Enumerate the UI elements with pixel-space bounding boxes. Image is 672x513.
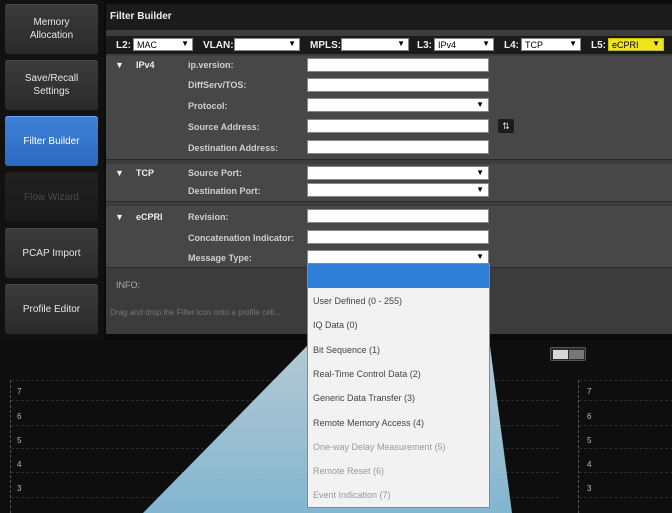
row-number: 7 xyxy=(587,387,592,396)
destination-address-input[interactable] xyxy=(307,140,489,154)
field-label-revision: Revision: xyxy=(188,212,229,222)
swap-arrows-icon[interactable]: ⇅ xyxy=(498,119,514,133)
field-label-source-port: Source Port: xyxy=(188,168,243,178)
field-label-ip-version: ip.version: xyxy=(188,60,234,70)
vlan-select[interactable]: ▼ xyxy=(234,38,300,51)
l3-value: IPv4 xyxy=(438,40,457,50)
concatenation-indicator-input[interactable] xyxy=(307,230,489,244)
chevron-down-icon: ▼ xyxy=(569,39,577,48)
source-port-select[interactable]: ▼ xyxy=(307,166,489,180)
l4-label: L4: xyxy=(504,40,519,51)
dropdown-option[interactable]: IQ Data (0) xyxy=(313,320,358,330)
sidebar-item-memory-allocation[interactable]: Memory Allocation xyxy=(5,4,98,54)
row-number: 4 xyxy=(587,460,592,469)
section-name-tcp: TCP xyxy=(136,168,154,178)
field-label-destination-port: Destination Port: xyxy=(188,186,261,196)
collapse-triangle-icon[interactable]: ▼ xyxy=(115,60,124,70)
mpls-select[interactable]: ▼ xyxy=(341,38,409,51)
row-number: 6 xyxy=(587,412,592,421)
grid-view-icon[interactable] xyxy=(553,350,568,359)
protocol-select[interactable]: ▼ xyxy=(307,98,489,112)
row-number: 5 xyxy=(17,436,22,445)
field-label-message-type: Message Type: xyxy=(188,253,252,263)
dropdown-option[interactable]: Real-Time Control Data (2) xyxy=(313,369,421,379)
dropdown-option[interactable]: Event Indication (7) xyxy=(313,490,391,500)
panel-title: Filter Builder xyxy=(106,4,672,30)
field-label-source-address: Source Address: xyxy=(188,122,260,132)
l3-label: L3: xyxy=(417,40,432,51)
grid-line xyxy=(579,472,672,473)
chevron-down-icon: ▼ xyxy=(397,39,405,48)
grid-line xyxy=(579,380,672,381)
chevron-down-icon: ▼ xyxy=(482,39,490,48)
l2-label: L2: xyxy=(116,40,131,51)
view-toggle-button[interactable] xyxy=(550,347,586,361)
row-number: 3 xyxy=(17,484,22,493)
ipv4-section: ▼ IPv4 ip.version: DiffServ/TOS: Protoco… xyxy=(106,56,672,160)
revision-input[interactable] xyxy=(307,209,489,223)
l3-select[interactable]: IPv4 ▼ xyxy=(434,38,494,51)
dropdown-selected-row[interactable] xyxy=(308,264,489,288)
dropdown-option[interactable]: User Defined (0 - 255) xyxy=(313,296,402,306)
field-label-concatenation-indicator: Concatenation Indicator: xyxy=(188,233,295,243)
chevron-down-icon: ▼ xyxy=(288,39,296,48)
field-label-destination-address: Destination Address: xyxy=(188,143,279,153)
l5-value: eCPRI xyxy=(612,40,639,50)
chevron-down-icon: ▼ xyxy=(181,39,189,48)
sidebar: Memory Allocation Save/Recall Settings F… xyxy=(0,0,104,340)
right-grid: 7 6 5 4 3 xyxy=(578,380,672,513)
row-number: 7 xyxy=(17,387,22,396)
collapse-triangle-icon[interactable]: ▼ xyxy=(115,212,124,222)
sidebar-item-save-recall[interactable]: Save/Recall Settings xyxy=(5,60,98,110)
grid-line xyxy=(579,448,672,449)
row-number: 3 xyxy=(587,484,592,493)
chevron-down-icon: ▼ xyxy=(652,39,660,48)
dropdown-option[interactable]: Remote Memory Access (4) xyxy=(313,418,424,428)
collapse-triangle-icon[interactable]: ▼ xyxy=(115,168,124,178)
chevron-down-icon: ▼ xyxy=(476,100,484,109)
chevron-down-icon: ▼ xyxy=(476,252,484,261)
list-view-icon[interactable] xyxy=(569,350,584,359)
l4-value: TCP xyxy=(525,40,543,50)
section-name-ecpri: eCPRI xyxy=(136,212,163,222)
sidebar-item-filter-builder[interactable]: Filter Builder xyxy=(5,116,98,166)
l5-label: L5: xyxy=(591,40,606,51)
source-address-input[interactable] xyxy=(307,119,489,133)
grid-line xyxy=(579,400,672,401)
dropdown-option[interactable]: Remote Reset (6) xyxy=(313,466,384,476)
ecpri-section: ▼ eCPRI Revision: Concatenation Indicato… xyxy=(106,206,672,268)
chevron-down-icon: ▼ xyxy=(476,185,484,194)
l4-select[interactable]: TCP ▼ xyxy=(521,38,581,51)
field-label-diffserv: DiffServ/TOS: xyxy=(188,80,247,90)
row-number: 5 xyxy=(587,436,592,445)
l2-select[interactable]: MAC ▼ xyxy=(133,38,193,51)
grid-line xyxy=(579,497,672,498)
chevron-down-icon: ▼ xyxy=(476,168,484,177)
sidebar-item-pcap-import[interactable]: PCAP Import xyxy=(5,228,98,278)
l5-select[interactable]: eCPRI ▼ xyxy=(608,38,664,51)
destination-port-select[interactable]: ▼ xyxy=(307,183,489,197)
l2-value: MAC xyxy=(137,40,157,50)
tcp-section: ▼ TCP Source Port: ▼ Destination Port: ▼ xyxy=(106,164,672,202)
diffserv-input[interactable] xyxy=(307,78,489,92)
dropdown-option[interactable]: One-way Delay Measurement (5) xyxy=(313,442,446,452)
grid-line xyxy=(579,425,672,426)
section-name-ipv4: IPv4 xyxy=(136,60,155,70)
row-number: 4 xyxy=(17,460,22,469)
layer-selector-bar: L2: MAC ▼ VLAN: ▼ MPLS: ▼ L3: IPv4 ▼ L4: T… xyxy=(106,36,672,54)
dropdown-option[interactable]: Generic Data Transfer (3) xyxy=(313,393,415,403)
field-label-protocol: Protocol: xyxy=(188,101,228,111)
row-number: 6 xyxy=(17,412,22,421)
dropdown-option[interactable]: Bit Sequence (1) xyxy=(313,345,380,355)
sidebar-item-flow-wizard: Flow Wizard xyxy=(5,172,98,222)
sidebar-item-profile-editor[interactable]: Profile Editor xyxy=(5,284,98,334)
mpls-label: MPLS: xyxy=(310,40,342,51)
message-type-dropdown: User Defined (0 - 255) IQ Data (0) Bit S… xyxy=(307,263,490,508)
message-type-select[interactable]: ▼ xyxy=(307,250,489,264)
ip-version-input[interactable] xyxy=(307,58,489,72)
vlan-label: VLAN: xyxy=(203,40,234,51)
